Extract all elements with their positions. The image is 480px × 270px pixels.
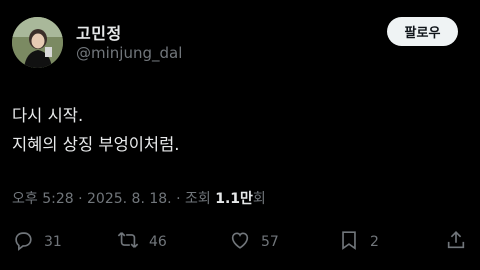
tweet-line-2: 지혜의 상징 부엉이처럼. xyxy=(12,135,180,154)
reply-button[interactable]: 31 xyxy=(12,228,62,256)
reply-count: 31 xyxy=(44,234,62,250)
like-count: 57 xyxy=(261,234,279,250)
author-name[interactable]: 고민정 xyxy=(76,20,122,44)
tweet-meta: 오후 5:28 · 2025. 8. 18. · 조회 1.1만회 xyxy=(12,188,266,208)
like-button[interactable]: 57 xyxy=(229,228,279,256)
tweet-text: 다시 시작. 지혜의 상징 부엉이처럼. xyxy=(12,101,180,159)
share-arrow-icon xyxy=(445,229,467,255)
heart-icon xyxy=(229,229,251,255)
follow-button[interactable]: 팔로우 xyxy=(387,17,458,46)
bookmark-icon xyxy=(338,229,360,255)
views-suffix: 회 xyxy=(252,191,266,207)
avatar[interactable] xyxy=(12,17,63,68)
tweet-time[interactable]: 오후 5:28 xyxy=(12,191,74,207)
views-label: 조회 xyxy=(184,191,216,207)
meta-separator: · xyxy=(73,191,88,207)
speech-bubble-icon xyxy=(12,229,34,255)
author-handle[interactable]: @minjung_dal xyxy=(76,44,182,62)
retweet-button[interactable]: 46 xyxy=(117,228,167,256)
avatar-photo xyxy=(12,17,63,68)
share-button[interactable] xyxy=(445,228,467,256)
repost-arrows-icon xyxy=(117,229,139,255)
retweet-count: 46 xyxy=(149,234,167,250)
bookmark-count: 2 xyxy=(370,234,379,250)
action-bar: 31 46 57 2 xyxy=(0,228,480,258)
meta-separator: · xyxy=(171,191,185,207)
tweet-date[interactable]: 2025. 8. 18. xyxy=(87,191,172,207)
views-count: 1.1만 xyxy=(215,191,253,207)
bookmark-button[interactable]: 2 xyxy=(338,228,379,256)
tweet-line-1: 다시 시작. xyxy=(12,106,84,125)
